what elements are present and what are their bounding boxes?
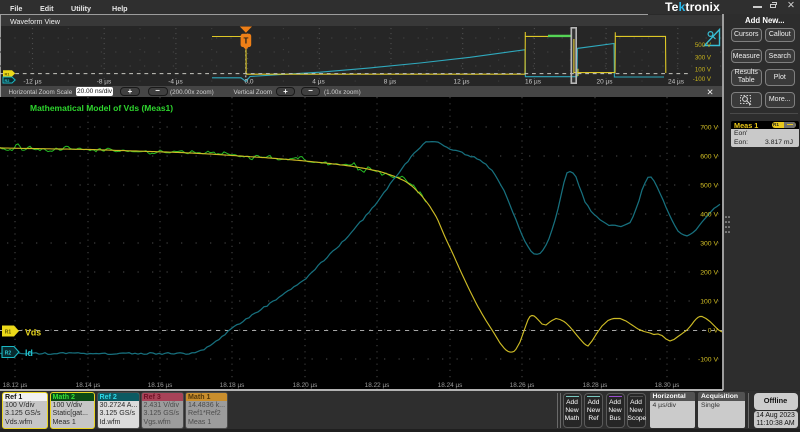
svg-text:18.22 µs: 18.22 µs [365, 382, 390, 389]
svg-text:0,0: 0,0 [244, 79, 253, 86]
svg-text:18.24 µs: 18.24 µs [438, 382, 463, 389]
svg-text:Id: Id [25, 348, 33, 358]
svg-text:100 V: 100 V [695, 67, 712, 74]
svg-text:18.18 µs: 18.18 µs [220, 382, 245, 389]
svg-text:18.20 µs: 18.20 µs [293, 382, 318, 389]
svg-text:Mathematical Model of Vds (Mea: Mathematical Model of Vds (Meas1) [30, 103, 173, 113]
svg-text:600 V: 600 V [700, 154, 718, 161]
svg-text:500 V: 500 V [700, 183, 718, 190]
svg-text:Vds: Vds [25, 328, 41, 338]
svg-text:16 µs: 16 µs [525, 79, 542, 86]
svg-text:500 V: 500 V [695, 42, 712, 49]
svg-text:R2: R2 [5, 351, 12, 357]
svg-text:400 V: 400 V [700, 212, 718, 219]
svg-text:18.14 µs: 18.14 µs [76, 382, 101, 389]
svg-text:300 V: 300 V [695, 55, 712, 62]
svg-text:-12 µs: -12 µs [23, 79, 42, 86]
svg-text:T: T [243, 37, 248, 46]
svg-text:18.16 µs: 18.16 µs [148, 382, 173, 389]
svg-text:300 V: 300 V [700, 241, 718, 248]
svg-text:R2: R2 [5, 78, 11, 83]
svg-text:-100 V: -100 V [693, 76, 712, 83]
svg-text:700 V: 700 V [700, 125, 718, 132]
svg-text:18.28 µs: 18.28 µs [583, 382, 608, 389]
svg-text:-100 V: -100 V [698, 357, 718, 364]
svg-text:R1: R1 [5, 71, 11, 76]
svg-text:8 µs: 8 µs [384, 79, 397, 86]
svg-text:4 µs: 4 µs [312, 79, 325, 86]
svg-text:100 V: 100 V [700, 299, 718, 306]
svg-text:200 V: 200 V [700, 270, 718, 277]
svg-text:18.26 µs: 18.26 µs [510, 382, 535, 389]
svg-text:0 V: 0 V [708, 328, 719, 335]
svg-text:18.12 µs: 18.12 µs [3, 382, 28, 389]
svg-text:R1: R1 [5, 330, 12, 336]
svg-text:20 µs: 20 µs [596, 79, 613, 86]
svg-text:24 µs: 24 µs [668, 79, 685, 86]
svg-text:-4 µs: -4 µs [168, 79, 183, 86]
svg-text:12 µs: 12 µs [453, 79, 470, 86]
svg-text:-8 µs: -8 µs [97, 79, 112, 86]
svg-text:18.30 µs: 18.30 µs [655, 382, 680, 389]
